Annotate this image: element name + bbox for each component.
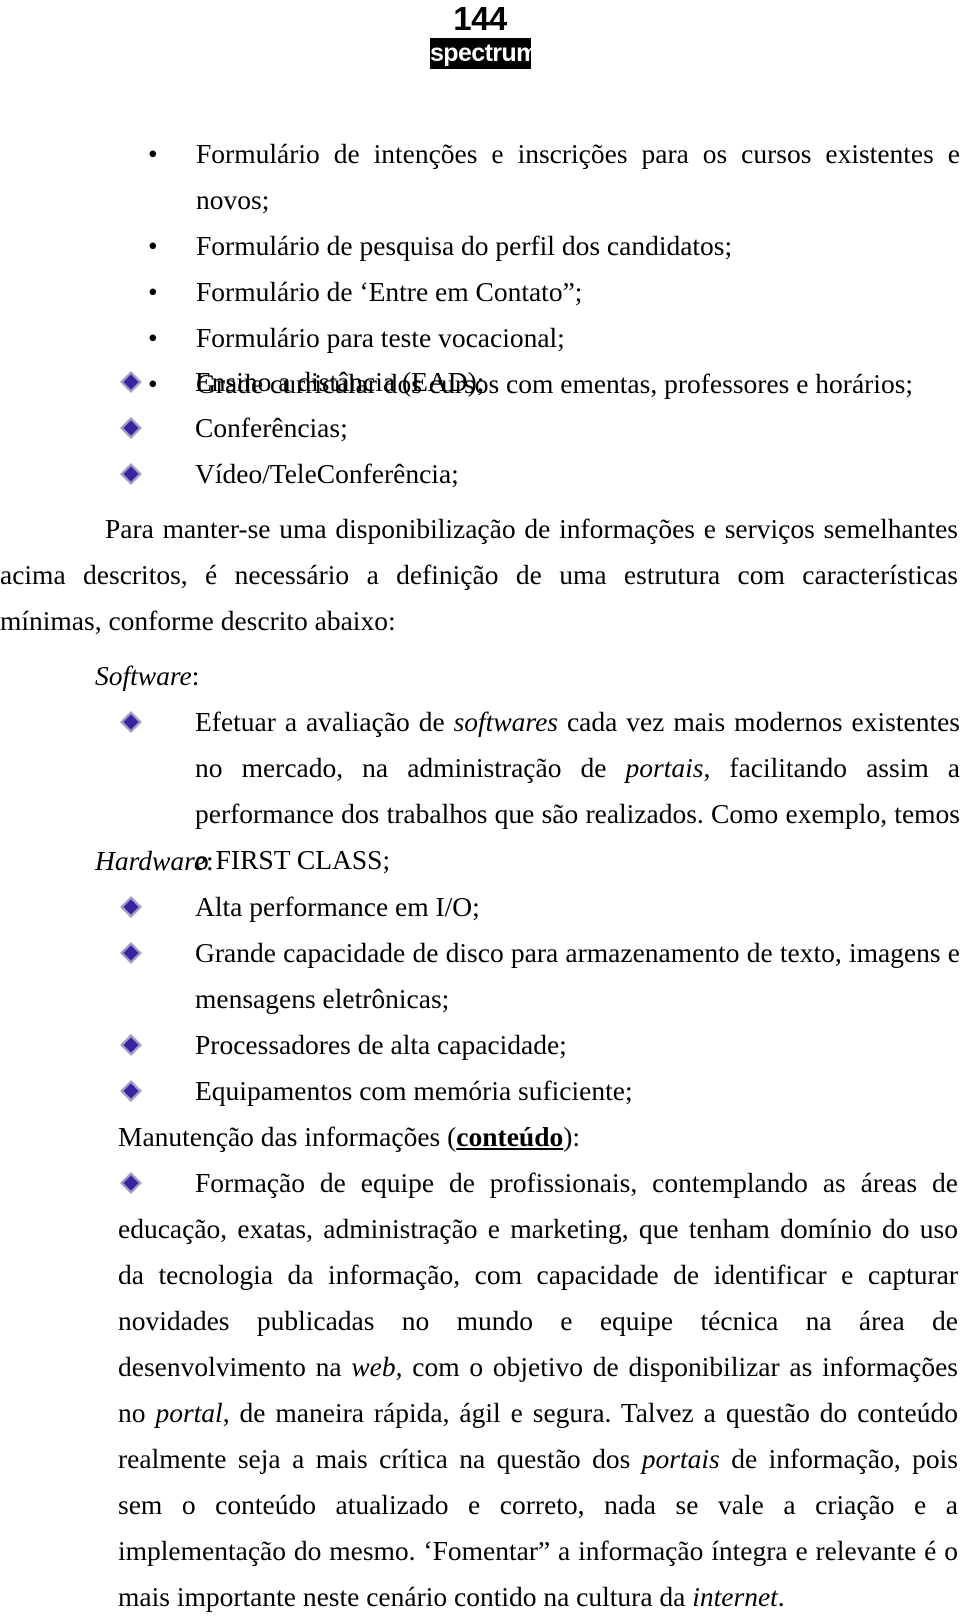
bullet-icon: •	[148, 230, 158, 261]
diamond-bullet-icon	[119, 416, 143, 440]
software-heading-colon: :	[191, 660, 200, 691]
bullet-icon: •	[148, 138, 158, 169]
list-item-text: Alta performance em I/O;	[195, 891, 480, 922]
diamond-bullet-icon	[119, 941, 143, 965]
intro-paragraph: Para manter-se uma disponibilização de i…	[0, 513, 958, 636]
list-item: Grande capacidade de disco para armazena…	[0, 930, 960, 1022]
list-item: • Formulário de ‘Entre em Contato”;	[0, 269, 960, 315]
list-item-text: Grande capacidade de disco para armazena…	[195, 937, 960, 1014]
maintenance-italic-web: web,	[351, 1351, 403, 1382]
list-item-text: Equipamentos com memória suficiente;	[195, 1075, 633, 1106]
spectrum-logo-label: spectrum	[430, 39, 538, 67]
bullet-icon: •	[148, 322, 158, 353]
maintenance-italic-internet: internet	[692, 1581, 778, 1612]
list-item-text: Processadores de alta capacidade;	[195, 1029, 567, 1060]
list-item-text: Formulário de pesquisa do perfil dos can…	[196, 230, 733, 261]
diamond-bullet-icon	[119, 370, 143, 394]
software-heading-label: Software	[95, 660, 192, 691]
list-item-text: Vídeo/TeleConferência;	[195, 458, 459, 489]
diamond-bullet-icon	[119, 1171, 143, 1195]
page-number: 144	[453, 0, 507, 37]
diamond-bullet-icon	[119, 1079, 143, 1103]
diamond-bullet-icon	[119, 710, 143, 734]
maintenance-paragraph: Formação de equipe de profissionais, con…	[118, 1160, 958, 1620]
list-item-text: Formulário de intenções e inscrições par…	[196, 138, 960, 215]
software-heading: Software:	[95, 653, 960, 699]
bullet-icon: •	[148, 276, 158, 307]
maintenance-heading-prefix: Manutenção das informações (	[118, 1121, 457, 1152]
list-item: Conferências;	[0, 405, 960, 451]
spectrum-logo: spectrum	[430, 38, 538, 69]
list-item: • Formulário de pesquisa do perfil dos c…	[0, 223, 960, 269]
software-italic-softwares: softwares	[453, 706, 559, 737]
diamond-bullet-icon	[119, 462, 143, 486]
maintenance-italic-portais: portais	[641, 1443, 720, 1474]
page-header: 144 spectrum	[0, 0, 960, 90]
maintenance-text-1: Formação de equipe de profissionais, con…	[118, 1167, 958, 1382]
maintenance-heading-suffix: ):	[563, 1121, 581, 1152]
list-item: • Formulário para teste vocacional;	[0, 315, 960, 361]
list-item-text: Formulário para teste vocacional;	[196, 322, 565, 353]
list-item: Alta performance em I/O;	[0, 884, 960, 930]
list-item-text: Formulário de ‘Entre em Contato”;	[196, 276, 583, 307]
list-item-text: Ensino a distância (EAD);	[195, 366, 485, 397]
diamond-bullet-icon	[119, 1033, 143, 1057]
list-item: Ensino a distância (EAD);	[0, 359, 960, 405]
list-item: Vídeo/TeleConferência;	[0, 451, 960, 497]
hardware-heading-colon: :	[206, 845, 214, 876]
diamond-bullet-icon	[119, 895, 143, 919]
software-text-1: Efetuar a avaliação de	[195, 706, 454, 737]
hardware-bullet-list: Alta performance em I/O; Grande capacida…	[0, 884, 960, 1114]
maintenance-text-5: .	[777, 1581, 785, 1612]
hardware-heading: Hardware:	[95, 838, 960, 884]
list-item: Processadores de alta capacidade;	[0, 1022, 960, 1068]
list-item: • Formulário de intenções e inscrições p…	[0, 131, 960, 223]
list-item-text: Conferências;	[195, 412, 348, 443]
maintenance-heading-emphasis: conteúdo	[456, 1121, 564, 1152]
software-italic-portais: portais	[625, 752, 704, 783]
list-item: Equipamentos com memória suficiente;	[0, 1068, 960, 1114]
maintenance-heading: Manutenção das informações (conteúdo):	[118, 1114, 960, 1160]
diamond-bullet-list-services: Ensino a distância (EAD); Conferências; …	[0, 359, 960, 497]
hardware-heading-label: Hardware	[95, 845, 207, 876]
maintenance-italic-portal: portal	[155, 1397, 223, 1428]
